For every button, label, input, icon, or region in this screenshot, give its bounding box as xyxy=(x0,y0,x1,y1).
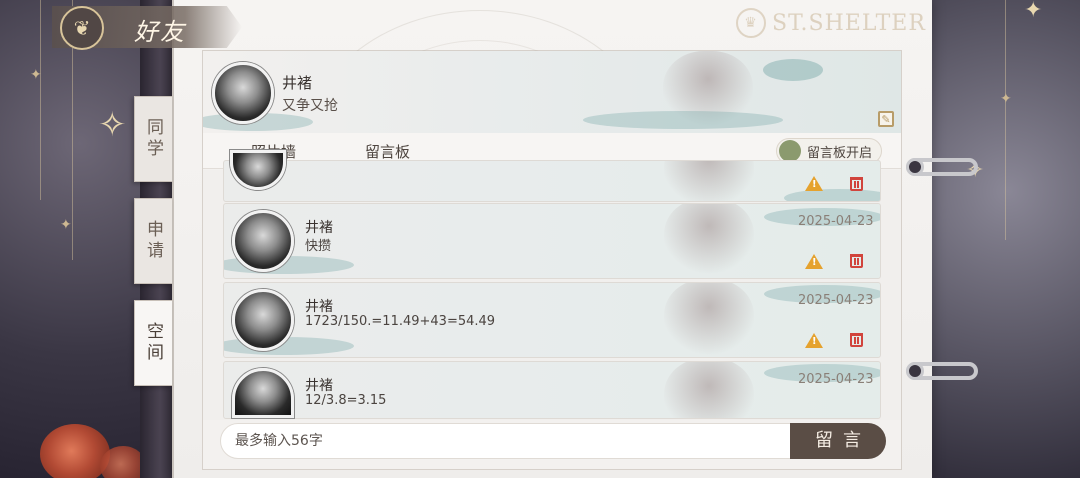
chibi-illustration xyxy=(664,283,754,357)
list-item xyxy=(223,160,881,202)
binder-ring-hole xyxy=(906,362,924,380)
message-author: 井褚 xyxy=(305,378,333,394)
wave-decoration xyxy=(583,111,783,129)
message-text: 12/3.8=3.15 xyxy=(305,393,387,408)
brand-logo: ♛ ST.SHELTER xyxy=(736,8,926,38)
profile-avatar[interactable] xyxy=(212,62,274,124)
report-icon[interactable]: ! xyxy=(805,176,823,191)
butterfly-icon: ❦ xyxy=(60,6,104,50)
message-avatar[interactable] xyxy=(232,210,294,272)
page-title: 好友 xyxy=(134,18,186,46)
profile-name: 井褚 xyxy=(282,74,313,92)
message-avatar[interactable] xyxy=(232,289,294,351)
brand-text: ST.SHELTER xyxy=(772,10,926,36)
message-date: 2025-04-23 xyxy=(798,372,874,387)
delete-icon[interactable] xyxy=(850,177,863,191)
message-input[interactable] xyxy=(221,424,791,458)
star-icon: ✦ xyxy=(1024,0,1043,23)
side-tab-requests[interactable]: 申请 xyxy=(134,198,172,284)
profile-status: 又争又抢 xyxy=(282,98,338,114)
chibi-illustration xyxy=(664,362,754,418)
toggle-knob xyxy=(779,140,801,162)
star-icon: ✦ xyxy=(30,67,42,83)
decor-string xyxy=(1005,0,1006,240)
send-message-button[interactable]: 留言 xyxy=(790,423,886,459)
delete-icon[interactable] xyxy=(850,254,863,268)
message-author: 井褚 xyxy=(305,220,333,236)
delete-icon[interactable] xyxy=(850,333,863,347)
side-tab-classmates[interactable]: 同学 xyxy=(134,96,172,182)
report-icon[interactable]: ! xyxy=(805,254,823,269)
star-icon: ✧ xyxy=(98,105,127,145)
crest-icon: ♛ xyxy=(736,8,766,38)
message-text: 1723/150.=11.49+43=54.49 xyxy=(305,314,496,329)
message-date: 2025-04-23 xyxy=(798,214,874,229)
message-composer xyxy=(220,423,886,459)
chibi-illustration xyxy=(664,161,754,201)
edit-icon[interactable]: ✎ xyxy=(878,111,894,127)
message-date: 2025-04-23 xyxy=(798,293,874,308)
binder-ring-hole xyxy=(906,158,924,176)
wave-decoration xyxy=(784,189,880,201)
chibi-illustration xyxy=(664,204,754,278)
tab-message-board[interactable]: 留言板 xyxy=(365,141,410,162)
message-text: 快攒 xyxy=(305,239,332,254)
message-author: 井褚 xyxy=(305,299,333,315)
decor-string xyxy=(40,0,41,200)
report-icon[interactable]: ! xyxy=(805,333,823,348)
wave-decoration xyxy=(763,59,823,81)
side-tab-space[interactable]: 空间 xyxy=(134,300,172,386)
star-icon: ✦ xyxy=(60,217,72,233)
star-icon: ✦ xyxy=(1000,91,1012,107)
toggle-label: 留言板开启 xyxy=(807,145,873,161)
